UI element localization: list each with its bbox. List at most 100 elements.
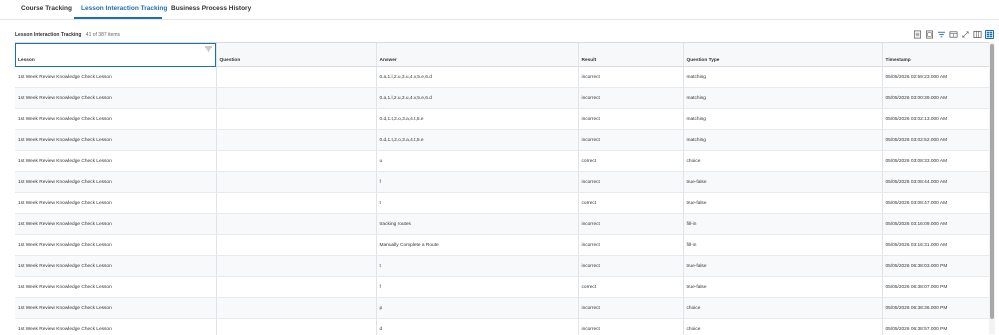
column-chooser-icon[interactable]: [949, 30, 958, 39]
grid-header: Lesson Interaction Tracking 41 of 387 it…: [15, 32, 120, 38]
result-cell: correct: [578, 277, 683, 298]
question-cell: [216, 88, 376, 109]
column-header-question[interactable]: Question: [216, 43, 376, 67]
result-cell: incorrect: [578, 67, 683, 88]
table-row[interactable]: 1st Week Review Knowledge Check Lesson0.…: [15, 67, 989, 88]
fullscreen-icon[interactable]: [961, 30, 970, 39]
result-cell: incorrect: [578, 256, 683, 277]
timestamp-cell: 05/05/2026 03:08:44.000 AM: [882, 172, 989, 193]
lesson-cell: 1st Week Review Knowledge Check Lesson: [15, 151, 216, 172]
result-cell: incorrect: [578, 172, 683, 193]
tab-lesson-interaction-tracking[interactable]: Lesson Interaction Tracking: [81, 5, 167, 12]
table-row[interactable]: 1st Week Review Knowledge Check Lesson fi…: [15, 172, 989, 193]
table-view-icon[interactable]: [973, 30, 982, 39]
tab-bar: Course Tracking Lesson Interaction Track…: [0, 0, 999, 20]
lesson-cell: 1st Week Review Knowledge Check Lesson: [15, 172, 216, 193]
column-header-timestamp[interactable]: Timestamp: [882, 43, 989, 67]
timestamp-cell: 05/05/2026 03:02:52.000 AM: [882, 130, 989, 151]
question-type-cell: fill-in: [683, 235, 882, 256]
question-cell: [216, 214, 376, 235]
question-type-cell: matching: [683, 109, 882, 130]
grid-view-icon[interactable]: [985, 30, 994, 39]
timestamp-cell: 05/05/2026 03:08:47.000 AM: [882, 193, 989, 214]
table-row[interactable]: 1st Week Review Knowledge Check Lessontc…: [15, 193, 989, 214]
table-row[interactable]: 1st Week Review Knowledge Check Lesson di…: [15, 319, 989, 335]
question-cell: [216, 235, 376, 256]
lesson-cell: 1st Week Review Knowledge Check Lesson: [15, 88, 216, 109]
answer-cell: d: [376, 319, 578, 335]
table-row[interactable]: 1st Week Review Knowledge Check Lesson 0.…: [15, 88, 989, 109]
question-type-cell: matching: [683, 130, 882, 151]
lesson-cell: 1st Week Review Knowledge Check Lesson: [15, 298, 216, 319]
question-cell: [216, 256, 376, 277]
question-type-cell: true-false: [683, 193, 882, 214]
timestamp-cell: 05/05/2026 06:38:07.000 PM: [882, 277, 989, 298]
answer-cell: 0.a,1.l,2.u,3.u,4.v,5.e,6.d: [376, 88, 578, 109]
column-header-lesson[interactable]: Lesson: [15, 43, 216, 67]
question-type-cell: matching: [683, 88, 882, 109]
filter-icon[interactable]: [937, 30, 946, 39]
question-type-cell: fill-in: [683, 214, 882, 235]
question-cell: [216, 67, 376, 88]
timestamp-cell: 05/05/2026 03:02:13.000 AM: [882, 109, 989, 130]
result-cell: correct: [578, 193, 683, 214]
column-header-result[interactable]: Result: [578, 43, 683, 67]
result-cell: incorrect: [578, 130, 683, 151]
result-cell: incorrect: [578, 319, 683, 335]
table-row[interactable]: 1st Week Review Knowledge Check Lessontr…: [15, 214, 989, 235]
result-cell: correct: [578, 151, 683, 172]
lesson-cell: 1st Week Review Knowledge Check Lesson: [15, 109, 216, 130]
result-cell: incorrect: [578, 235, 683, 256]
lesson-cell: 1st Week Review Knowledge Check Lesson: [15, 319, 216, 335]
answer-cell: Manually Complete a Route: [376, 235, 578, 256]
question-type-cell: true-false: [683, 256, 882, 277]
question-cell: [216, 277, 376, 298]
table-row[interactable]: 1st Week Review Knowledge Check Lessonpi…: [15, 298, 989, 319]
table-row[interactable]: 1st Week Review Knowledge Check Lessonuc…: [15, 151, 989, 172]
data-table: Lesson Question Answer Result Question T…: [15, 43, 989, 335]
tab-course-tracking[interactable]: Course Tracking: [21, 5, 72, 12]
timestamp-cell: 05/05/2026 06:38:36.000 PM: [882, 298, 989, 319]
lesson-cell: 1st Week Review Knowledge Check Lesson: [15, 256, 216, 277]
lesson-cell: 1st Week Review Knowledge Check Lesson: [15, 235, 216, 256]
result-cell: incorrect: [578, 109, 683, 130]
table-row[interactable]: 1st Week Review Knowledge Check Lessonti…: [15, 256, 989, 277]
export-excel-icon[interactable]: [913, 30, 922, 39]
table-body: 1st Week Review Knowledge Check Lesson 0.…: [15, 67, 989, 335]
answer-cell: u: [376, 151, 578, 172]
answer-cell: f: [376, 172, 578, 193]
question-cell: [216, 130, 376, 151]
question-cell: [216, 298, 376, 319]
answer-cell: t: [376, 193, 578, 214]
column-header-question-type[interactable]: Question Type: [683, 43, 882, 67]
question-cell: [216, 319, 376, 335]
question-cell: [216, 109, 376, 130]
question-cell: [216, 172, 376, 193]
lesson-cell: 1st Week Review Knowledge Check Lesson: [15, 277, 216, 298]
timestamp-cell: 05/05/2026 03:16:09.000 AM: [882, 214, 989, 235]
timestamp-cell: 05/05/2026 03:08:33.000 AM: [882, 151, 989, 172]
table-row[interactable]: 1st Week Review Knowledge Check Lesson0.…: [15, 130, 989, 151]
scrollbar-thumb[interactable]: [990, 44, 994, 319]
column-filter-icon[interactable]: [205, 46, 212, 52]
lesson-cell: 1st Week Review Knowledge Check Lesson: [15, 214, 216, 235]
answer-cell: 0.a,1.l,2.u,3.u,4.v,5.e,6.d: [376, 67, 578, 88]
lesson-cell: 1st Week Review Knowledge Check Lesson: [15, 130, 216, 151]
answer-cell: p: [376, 298, 578, 319]
result-cell: incorrect: [578, 214, 683, 235]
answer-cell: 0.d,1.t,2.o,3.a,4.t,5.e: [376, 109, 578, 130]
grid-toolbar: [913, 29, 994, 40]
item-count: 41 of 387 items: [86, 32, 120, 38]
question-type-cell: choice: [683, 151, 882, 172]
tab-business-process-history[interactable]: Business Process History: [171, 5, 251, 12]
export-pdf-icon[interactable]: [925, 30, 934, 39]
question-cell: [216, 193, 376, 214]
column-header-answer[interactable]: Answer: [376, 43, 578, 67]
question-type-cell: true-false: [683, 172, 882, 193]
table-row[interactable]: 1st Week Review Knowledge Check Lesson Ma…: [15, 235, 989, 256]
question-type-cell: true-false: [683, 277, 882, 298]
grid-title: Lesson Interaction Tracking: [15, 32, 81, 38]
table-row[interactable]: 1st Week Review Knowledge Check Lessonfc…: [15, 277, 989, 298]
timestamp-cell: 05/05/2026 03:16:31.000 AM: [882, 235, 989, 256]
table-row[interactable]: 1st Week Review Knowledge Check Lesson 0.…: [15, 109, 989, 130]
